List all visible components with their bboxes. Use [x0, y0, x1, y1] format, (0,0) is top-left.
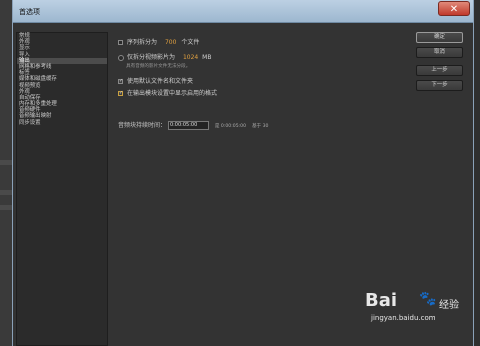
title-bar[interactable]: 首选项 ✕	[13, 0, 473, 23]
default-names-label: 使用默认文件名和文件夹	[127, 78, 194, 85]
window-title: 首选项	[19, 8, 40, 16]
watermark-url: jingyan.baidu.com	[371, 314, 436, 322]
segment-sequence-checkbox[interactable]	[118, 40, 123, 45]
audio-duration-input[interactable]: 0:00:05:00	[167, 121, 209, 130]
audio-duration-label: 音频块持续时间：	[118, 122, 167, 129]
video-segment-note: 具有音频的影片文件无法分段。	[126, 64, 191, 69]
paw-icon: 🐾	[419, 291, 437, 307]
audio-duration-base: 基于 30	[251, 124, 269, 129]
output-settings: 序列拆分为 700 个文件 仅拆分视频影片为 1024 MB 具有音频的影片文件…	[108, 32, 408, 346]
close-icon: ✕	[449, 4, 459, 15]
audio-duration-row: 音频块持续时间： 0:00:05:00 是 0:00:05:00 基于 30	[118, 121, 269, 130]
ok-button[interactable]: 确定	[416, 32, 463, 43]
segment-count-value[interactable]: 700	[165, 39, 176, 46]
video-segment-prefix: 仅拆分视频影片为	[127, 54, 176, 61]
video-segment-value[interactable]: 1024	[183, 54, 198, 61]
segment-suffix: 个文件	[181, 39, 200, 46]
cancel-button[interactable]: 取消	[416, 47, 463, 58]
segment-sequence-label: 序列拆分为 700 个文件	[127, 39, 199, 47]
watermark-cn: 经验	[439, 300, 459, 311]
show-formats-checkbox[interactable]: ✓	[118, 91, 123, 96]
watermark-brand: Bai	[365, 290, 398, 311]
next-button[interactable]: 下一步	[416, 80, 463, 91]
video-segment-radio[interactable]	[118, 55, 124, 61]
default-names-checkbox[interactable]: ✓	[118, 79, 123, 84]
show-formats-label: 在输出模块设置中显示启用的格式	[127, 90, 218, 97]
category-item[interactable]: 同步设置	[17, 120, 107, 126]
audio-duration-equals: 是 0:00:05:00	[214, 124, 247, 129]
video-segment-suffix: MB	[202, 54, 212, 61]
baidu-watermark: Bai 🐾 经验 jingyan.baidu.com	[365, 290, 477, 346]
video-segment-label: 仅拆分视频影片为 1024 MB	[127, 54, 211, 62]
previous-button[interactable]: 上一步	[416, 65, 463, 76]
category-list: 常规 外观 显示 导入 输出 网格和参考线 标签 媒体和磁盘缓存 视频预览 外观…	[16, 32, 108, 346]
segment-prefix: 序列拆分为	[127, 39, 158, 46]
close-button[interactable]: ✕	[438, 1, 470, 16]
